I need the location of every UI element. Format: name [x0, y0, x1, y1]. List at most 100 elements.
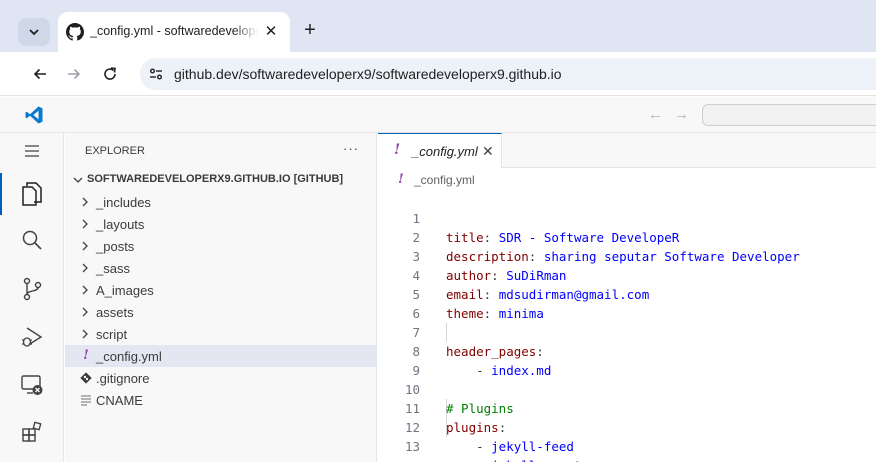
- yaml-list-item: jekyll-feed: [491, 439, 574, 454]
- command-center[interactable]: [702, 104, 876, 126]
- chevron-right-icon: [82, 307, 88, 317]
- file-item[interactable]: .gitignore: [65, 367, 377, 389]
- editor-tab-config[interactable]: ! _config.yml ✕: [378, 133, 502, 169]
- source-control-icon: [23, 277, 42, 301]
- code-line: 12 - jekyll-feed: [378, 399, 876, 454]
- chevron-down-icon: [73, 177, 83, 183]
- folder-item[interactable]: assets: [65, 301, 377, 323]
- url-text[interactable]: github.dev/softwaredeveloperx9/softwared…: [174, 66, 562, 82]
- code-line: 10 # Plugins: [378, 361, 876, 416]
- folder-item[interactable]: _sass: [65, 257, 377, 279]
- code-line: 3 author: SuDiRman: [378, 228, 876, 283]
- reload-icon: [104, 67, 116, 80]
- folder-item[interactable]: _posts: [65, 235, 377, 257]
- file-item-selected[interactable]: ! _config.yml: [65, 345, 377, 367]
- code-line: 9: [378, 342, 876, 378]
- forward-arrow-icon[interactable]: →: [674, 106, 689, 123]
- browser-tab[interactable]: _config.yml - softwaredeveloperx9.github…: [58, 12, 290, 52]
- code-line: 11 plugins:: [378, 380, 876, 435]
- text-file-icon: [81, 395, 91, 406]
- address-bar[interactable]: github.dev/softwaredeveloperx9/softwared…: [140, 58, 876, 90]
- file-label: CNAME: [96, 393, 143, 408]
- workspace-root-label: SOFTWAREDEVELOPERX9.GITHUB.IO [GITHUB]: [87, 173, 344, 185]
- run-debug-icon: [22, 327, 43, 347]
- explorer-icon: [22, 182, 42, 206]
- folder-item[interactable]: A_images: [65, 279, 377, 301]
- more-actions-button[interactable]: ···: [343, 141, 359, 156]
- folder-label: A_images: [96, 283, 154, 298]
- folder-label: _layouts: [96, 217, 145, 232]
- active-indicator: [0, 173, 2, 215]
- browser-toolbar: github.dev/softwaredeveloperx9/softwared…: [0, 52, 876, 96]
- folder-item[interactable]: _layouts: [65, 213, 377, 235]
- code-line: 2 description: sharing seputar Software …: [378, 209, 876, 264]
- file-label: _config.yml: [96, 349, 162, 364]
- editor-tab-bar: ! _config.yml ✕: [378, 133, 876, 169]
- close-icon[interactable]: ✕: [482, 143, 494, 160]
- yaml-list-item: jekyll-seo-tag: [491, 458, 596, 462]
- run-debug-button[interactable]: [16, 321, 48, 353]
- folder-item[interactable]: _includes: [65, 191, 377, 213]
- source-control-button[interactable]: [16, 273, 48, 305]
- github-icon: [66, 23, 84, 41]
- breadcrumb-file: _config.yml: [414, 173, 475, 187]
- code-line: 8 - index.md: [378, 323, 876, 378]
- back-arrow-icon: [33, 68, 46, 80]
- extensions-button[interactable]: [16, 416, 48, 448]
- chevron-right-icon: [82, 197, 88, 207]
- explorer-sidebar: EXPLORER ··· SOFTWAREDEVELOPERX9.GITHUB.…: [65, 133, 377, 462]
- code-line: 1 title: SDR - Software DevelopeR: [378, 190, 876, 245]
- tab-search-button[interactable]: [18, 18, 50, 46]
- editor-tab-label: _config.yml: [412, 144, 478, 159]
- code-line: 5 theme: minima: [378, 266, 876, 321]
- chevron-right-icon: [82, 329, 88, 339]
- browser-tab-strip: _config.yml - softwaredeveloperx9.github…: [0, 0, 876, 52]
- chevron-right-icon: [82, 219, 88, 229]
- menu-button[interactable]: [16, 135, 48, 167]
- code-line: 7 header_pages:: [378, 304, 876, 359]
- file-item[interactable]: CNAME: [65, 389, 377, 411]
- chevron-right-icon: [82, 241, 88, 251]
- folder-label: assets: [96, 305, 134, 320]
- menu-icon: [25, 145, 39, 157]
- vscode-logo-icon[interactable]: [24, 105, 44, 125]
- site-info-button[interactable]: [146, 64, 166, 84]
- folder-label: _sass: [96, 261, 130, 276]
- close-icon[interactable]: ✕: [262, 23, 280, 41]
- workspace-root[interactable]: SOFTWAREDEVELOPERX9.GITHUB.IO [GITHUB]: [65, 169, 377, 191]
- search-icon: [22, 230, 42, 250]
- back-arrow-icon[interactable]: ←: [648, 106, 663, 123]
- file-label: .gitignore: [96, 371, 150, 386]
- yaml-icon: !: [83, 348, 89, 363]
- yaml-icon: !: [394, 142, 401, 158]
- plus-icon[interactable]: +: [298, 19, 322, 43]
- folder-item[interactable]: script: [65, 323, 377, 345]
- forward-arrow-icon: [68, 68, 81, 80]
- back-button[interactable]: [30, 64, 50, 84]
- folder-label: _posts: [96, 239, 135, 254]
- chevron-right-icon: [82, 263, 88, 273]
- git-icon: [80, 372, 92, 384]
- forward-button[interactable]: [64, 64, 84, 84]
- remote-explorer-icon: [21, 375, 43, 395]
- editor-area: ! _config.yml ✕ ! _config.yml 1 title: S…: [378, 133, 876, 462]
- code-line: 6: [378, 285, 876, 321]
- extensions-icon: [22, 421, 42, 442]
- chevron-right-icon: [82, 285, 88, 295]
- site-info-icon: [150, 68, 162, 80]
- explorer-button[interactable]: [16, 178, 48, 210]
- folder-label: script: [96, 327, 128, 342]
- line-number: 13: [404, 439, 420, 454]
- folder-label: _includes: [96, 195, 151, 210]
- activity-bar: [0, 133, 64, 462]
- search-button[interactable]: [16, 224, 48, 256]
- yaml-icon: !: [398, 172, 404, 187]
- remote-explorer-button[interactable]: [16, 369, 48, 401]
- code-line: 13 - jekyll-seo-tag: [378, 418, 876, 462]
- explorer-title: EXPLORER: [85, 145, 145, 157]
- code-line: 4 email: mdsudirman@gmail.com: [378, 247, 876, 302]
- vscode-title-bar: ← →: [0, 97, 876, 133]
- tab-search-icon: [29, 29, 39, 36]
- reload-button[interactable]: [100, 64, 120, 84]
- tab-title: _config.yml - softwaredeveloperx9.github…: [90, 24, 258, 38]
